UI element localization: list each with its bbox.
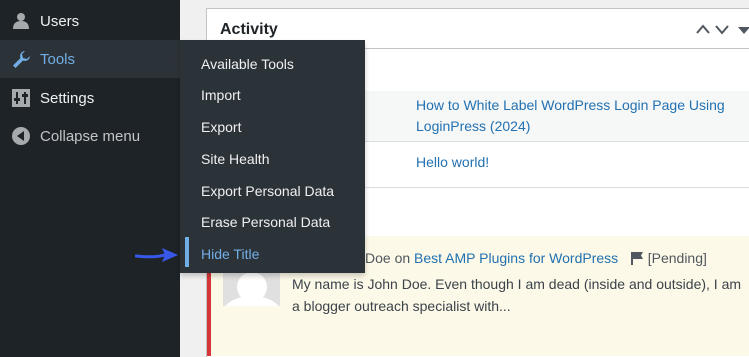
post-link-1[interactable]: How to White Label WordPress Login Page … [416, 95, 725, 137]
sidebar-item-settings[interactable]: Settings [0, 79, 180, 117]
submenu-item-export-personal-data[interactable]: Export Personal Data [201, 183, 334, 199]
comment-meta: Doe on Best AMP Plugins for WordPress [P… [365, 250, 707, 266]
settings-sliders-icon [10, 87, 32, 109]
tools-submenu: Available Tools Import Export Site Healt… [180, 40, 365, 273]
sidebar-item-users[interactable]: Users [0, 2, 180, 40]
pending-status: [Pending] [647, 250, 707, 266]
collapse-arrow-icon [10, 125, 32, 147]
post-link-2[interactable]: Hello world! [416, 152, 489, 173]
collapse-menu-button[interactable]: Collapse menu [0, 117, 180, 155]
submenu-item-hide-title[interactable]: Hide Title [201, 246, 259, 262]
comment-author[interactable]: Doe [365, 250, 391, 266]
toggle-panel-icon[interactable] [736, 23, 749, 35]
sidebar-item-label: Collapse menu [40, 127, 141, 145]
wrench-icon [10, 48, 32, 70]
comment-post-link[interactable]: Best AMP Plugins for WordPress [414, 250, 618, 266]
submenu-item-export[interactable]: Export [201, 119, 241, 135]
flyout-pointer [172, 51, 180, 67]
pointer-arrow-icon [135, 248, 178, 262]
sidebar-item-label: Tools [40, 50, 76, 68]
submenu-item-site-health[interactable]: Site Health [201, 151, 269, 167]
sidebar-item-label: Settings [40, 89, 95, 107]
submenu-item-import[interactable]: Import [201, 87, 241, 103]
comment-excerpt: My name is John Doe. Even though I am de… [292, 276, 742, 314]
flag-icon [630, 252, 643, 265]
move-up-icon[interactable] [695, 23, 711, 35]
widget-title: Activity [220, 21, 278, 38]
user-icon [10, 10, 32, 32]
sidebar-item-tools[interactable]: Tools [0, 40, 180, 78]
submenu-item-erase-personal-data[interactable]: Erase Personal Data [201, 214, 330, 230]
sidebar-item-label: Users [40, 12, 80, 30]
current-item-indicator [185, 237, 189, 267]
admin-sidebar: Users Tools Settings Collapse menu [0, 0, 180, 357]
move-down-icon[interactable] [714, 23, 730, 35]
submenu-item-available-tools[interactable]: Available Tools [201, 56, 294, 72]
